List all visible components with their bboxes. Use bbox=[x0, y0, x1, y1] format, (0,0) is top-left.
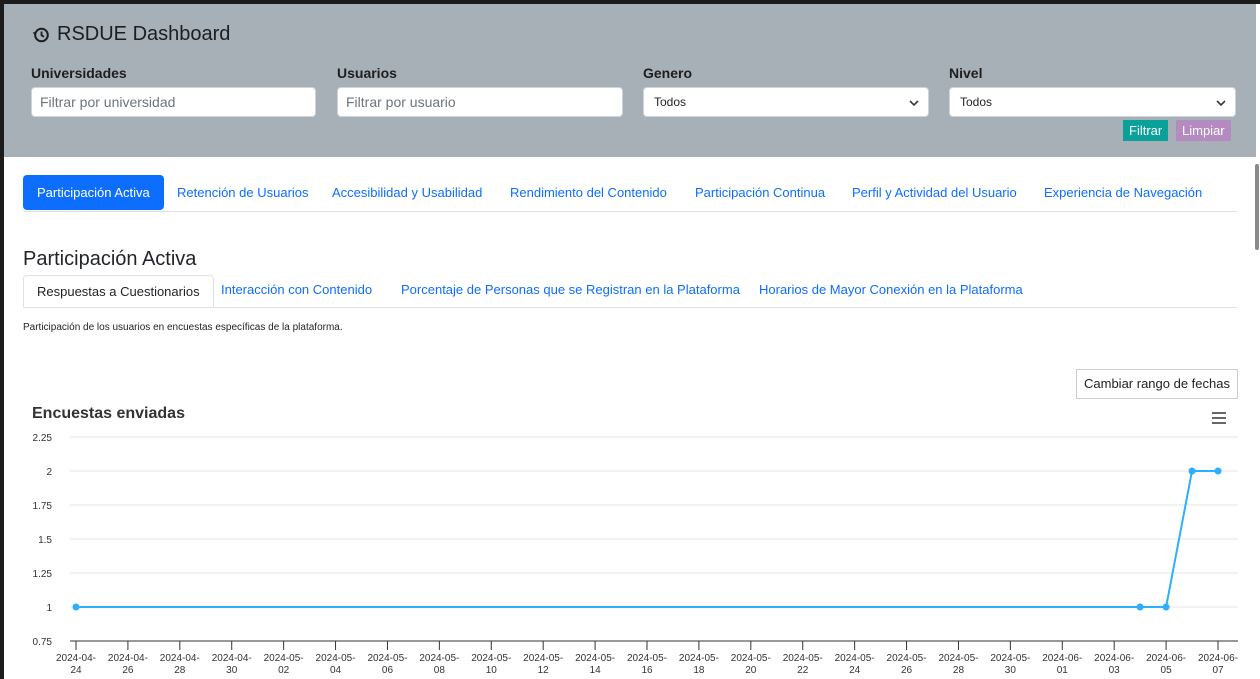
x-tick-label: 2024-05- bbox=[627, 653, 667, 664]
x-tick-label: 2024-06- bbox=[1198, 653, 1238, 664]
x-tick-label: 2024-05- bbox=[990, 653, 1030, 664]
x-tick-label: 2024-05- bbox=[783, 653, 823, 664]
x-tick-label-day: 30 bbox=[226, 665, 238, 676]
y-tick-label: 1.5 bbox=[38, 535, 52, 546]
y-tick-label: 2.25 bbox=[33, 433, 53, 444]
y-tick-label: 0.75 bbox=[33, 637, 53, 648]
x-tick-label: 2024-05- bbox=[367, 653, 407, 664]
x-tick-label-day: 24 bbox=[70, 665, 82, 676]
x-tick-label-day: 18 bbox=[693, 665, 705, 676]
x-tick-label-day: 28 bbox=[174, 665, 186, 676]
data-point bbox=[1162, 603, 1170, 611]
data-point bbox=[1214, 467, 1222, 475]
data-point bbox=[1188, 467, 1196, 475]
x-tick-label: 2024-04- bbox=[108, 653, 148, 664]
y-tick-label: 1.25 bbox=[33, 569, 53, 580]
x-tick-label-day: 12 bbox=[538, 665, 550, 676]
x-tick-label: 2024-06- bbox=[1042, 653, 1082, 664]
x-tick-label-day: 05 bbox=[1161, 665, 1173, 676]
x-tick-label: 2024-04- bbox=[56, 653, 96, 664]
y-tick-label: 2 bbox=[46, 467, 52, 478]
x-tick-label: 2024-05- bbox=[835, 653, 875, 664]
x-tick-label: 2024-06- bbox=[1146, 653, 1186, 664]
x-tick-label: 2024-05- bbox=[887, 653, 927, 664]
x-tick-label: 2024-06- bbox=[1094, 653, 1134, 664]
x-tick-label: 2024-05- bbox=[316, 653, 356, 664]
chart-title: Encuestas enviadas bbox=[32, 405, 185, 422]
x-tick-label-day: 06 bbox=[382, 665, 394, 676]
x-tick-label-day: 28 bbox=[953, 665, 965, 676]
x-tick-label-day: 20 bbox=[745, 665, 757, 676]
x-tick-label: 2024-05- bbox=[731, 653, 771, 664]
x-tick-label-day: 22 bbox=[797, 665, 809, 676]
x-tick-label-day: 01 bbox=[1057, 665, 1069, 676]
y-tick-label: 1.75 bbox=[33, 501, 53, 512]
x-tick-label-day: 03 bbox=[1109, 665, 1121, 676]
x-tick-label-day: 24 bbox=[849, 665, 861, 676]
scrollbar-thumb[interactable] bbox=[1255, 164, 1259, 250]
x-tick-label-day: 07 bbox=[1212, 665, 1224, 676]
line-chart: Encuestas enviadas 0.75 1 1.25 1.5 1.75 2 2.25 2… bbox=[32, 405, 1238, 676]
x-tick-label-day: 10 bbox=[486, 665, 498, 676]
data-point bbox=[72, 603, 80, 611]
x-tick-label: 2024-05- bbox=[679, 653, 719, 664]
x-tick-label-day: 26 bbox=[122, 665, 134, 676]
x-tick-label-day: 26 bbox=[901, 665, 913, 676]
x-tick-label: 2024-05- bbox=[575, 653, 615, 664]
y-tick-label: 1 bbox=[46, 603, 52, 614]
x-tick-label: 2024-05- bbox=[938, 653, 978, 664]
x-tick-label-day: 08 bbox=[434, 665, 446, 676]
x-tick-label-day: 04 bbox=[330, 665, 342, 676]
x-tick-label-day: 14 bbox=[590, 665, 602, 676]
x-tick-label-day: 16 bbox=[641, 665, 653, 676]
x-tick-label: 2024-05- bbox=[264, 653, 304, 664]
x-tick-label: 2024-04- bbox=[160, 653, 200, 664]
hamburger-menu-icon[interactable] bbox=[1212, 412, 1226, 424]
data-point bbox=[1136, 603, 1144, 611]
x-tick-label-day: 30 bbox=[1005, 665, 1017, 676]
x-tick-label: 2024-05- bbox=[419, 653, 459, 664]
x-tick-label: 2024-04- bbox=[212, 653, 252, 664]
x-tick-label-day: 02 bbox=[278, 665, 290, 676]
x-tick-label: 2024-05- bbox=[523, 653, 563, 664]
x-tick-label: 2024-05- bbox=[471, 653, 511, 664]
